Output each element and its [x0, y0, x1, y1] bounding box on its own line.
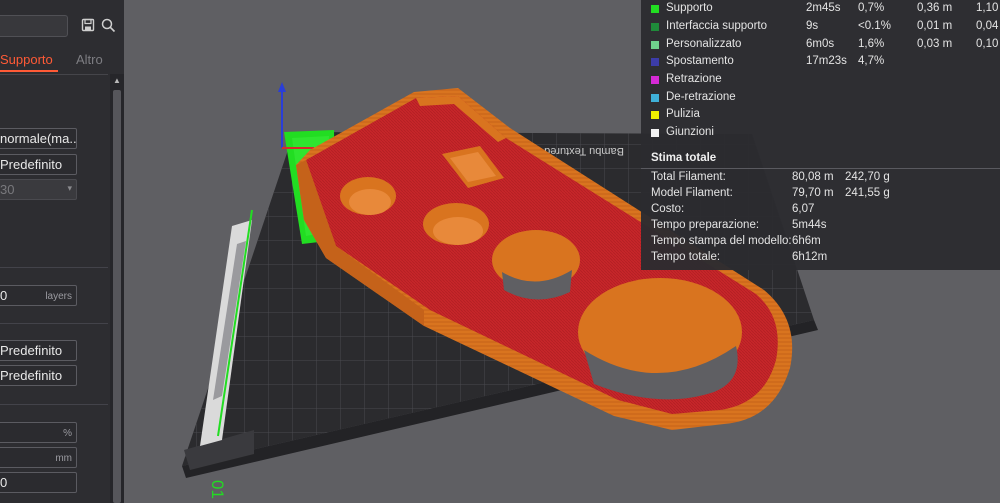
legend-percent: 4,7% — [858, 55, 885, 67]
pattern-select-1[interactable]: Predefinito — [0, 340, 77, 361]
stat-value: 80,08 m — [792, 171, 834, 183]
legend-row-interfaccia-supporto: Interfaccia supporto 9s <0.1% 0,01 m 0,0… — [641, 19, 1000, 36]
tab-altro[interactable]: Altro — [76, 52, 103, 67]
tab-supporto[interactable]: Supporto — [0, 52, 53, 67]
support-type-value: normale(ma... — [0, 131, 77, 146]
legend-name: Pulizia — [666, 108, 700, 120]
stat-value: 6h6m — [792, 235, 821, 247]
legend-name: Retrazione — [666, 73, 722, 85]
section-divider — [0, 404, 108, 405]
plate-number: 01 — [208, 480, 227, 499]
settings-scrollbar[interactable]: ▲ — [110, 74, 124, 503]
legend-time: 2m45s — [806, 2, 841, 14]
bottom-input[interactable]: 0 — [0, 472, 77, 493]
pattern-select-2[interactable]: Predefinito — [0, 365, 77, 386]
color-swatch — [651, 76, 659, 84]
legend-percent: 0,7% — [858, 2, 885, 14]
legend-percent: 1,6% — [858, 38, 885, 50]
legend-row-de-retrazione: De-retrazione — [641, 90, 1000, 107]
stat-value: 6,07 — [792, 203, 815, 215]
legend-name: Supporto — [666, 2, 713, 14]
percent-input[interactable]: % — [0, 422, 77, 443]
search-icon[interactable] — [101, 18, 117, 34]
color-swatch — [651, 5, 659, 13]
color-swatch — [651, 41, 659, 49]
stat-label: Total Filament: — [651, 171, 726, 183]
legend-name: Spostamento — [666, 55, 734, 67]
support-style-value: Predefinito — [0, 157, 63, 172]
legend-length: 0,03 m — [917, 38, 953, 50]
pattern-value-1: Predefinito — [0, 343, 63, 358]
legend-weight: 1,10 — [976, 2, 999, 14]
gcode-stats-panel: Supporto 2m45s 0,7% 0,36 m 1,10 Interfac… — [641, 0, 1000, 270]
active-tab-indicator — [0, 70, 58, 72]
legend-time: 9s — [806, 20, 819, 32]
stat-label: Tempo totale: — [651, 251, 721, 263]
settings-tabs: Supporto Altro — [0, 50, 124, 74]
stat-label: Model Filament: — [651, 187, 733, 199]
stat-value-secondary: 241,55 g — [845, 187, 890, 199]
stat-value: 79,70 m — [792, 187, 834, 199]
legend-name: Personalizzato — [666, 38, 742, 50]
stat-row-tempo-stampa-modello: Tempo stampa del modello: 6h6m — [641, 234, 1000, 250]
color-swatch — [651, 23, 659, 31]
legend-weight: 0,10 — [976, 38, 999, 50]
legend-time: 17m23s — [806, 55, 847, 67]
legend-row-retrazione: Retrazione — [641, 72, 1000, 89]
stat-label: Tempo stampa del modello: — [651, 235, 792, 247]
scroll-thumb[interactable] — [113, 90, 121, 503]
support-type-select[interactable]: normale(ma... — [0, 128, 77, 149]
legend-name: Interfaccia supporto — [666, 20, 768, 32]
layers-input[interactable]: 0 layers — [0, 285, 77, 306]
scroll-up-icon[interactable]: ▲ — [110, 74, 124, 88]
section-divider — [0, 267, 108, 268]
stat-label: Costo: — [651, 203, 685, 215]
color-swatch — [651, 111, 659, 119]
stat-value-secondary: 242,70 g — [845, 171, 890, 183]
legend-row-supporto: Supporto 2m45s 0,7% 0,36 m 1,10 — [641, 1, 1000, 18]
legend-length: 0,01 m — [917, 20, 953, 32]
stat-row-tempo-totale: Tempo totale: 6h12m — [641, 250, 1000, 266]
percent-unit: % — [63, 428, 72, 439]
stat-row-tempo-preparazione: Tempo preparazione: 5m44s — [641, 218, 1000, 234]
stat-row-total-filament: Total Filament: 80,08 m 242,70 g — [641, 170, 1000, 186]
stat-value: 5m44s — [792, 219, 827, 231]
stat-value: 6h12m — [792, 251, 828, 263]
legend-percent: <0.1% — [858, 20, 891, 32]
color-swatch — [651, 94, 659, 102]
summary-title: Stima totale — [651, 152, 717, 164]
legend-time: 6m0s — [806, 38, 835, 50]
legend-row-personalizzato: Personalizzato 6m0s 1,6% 0,03 m 0,10 — [641, 37, 1000, 54]
settings-panel: Supporto Altro normale(ma... Predefinito… — [0, 0, 124, 503]
stat-label: Tempo preparazione: — [651, 219, 760, 231]
layers-unit: layers — [45, 291, 72, 302]
search-input[interactable] — [0, 15, 68, 37]
settings-toolbar — [0, 0, 124, 44]
mm-unit: mm — [55, 453, 72, 464]
threshold-angle-input[interactable]: 30 ▾ — [0, 179, 77, 200]
chevron-down-icon: ▾ — [67, 183, 72, 193]
legend-row-giunzioni: Giunzioni — [641, 125, 1000, 142]
color-swatch — [651, 129, 659, 137]
threshold-angle-value: 30 — [0, 182, 15, 197]
legend-name: Giunzioni — [666, 126, 714, 138]
support-style-select[interactable]: Predefinito — [0, 154, 77, 175]
pattern-value-2: Predefinito — [0, 368, 63, 383]
stat-row-costo: Costo: 6,07 — [641, 202, 1000, 218]
color-swatch — [651, 58, 659, 66]
summary-header: Stima totale — [641, 150, 1000, 169]
legend-row-spostamento: Spostamento 17m23s 4,7% — [641, 54, 1000, 71]
legend-weight: 0,04 — [976, 20, 999, 32]
bottom-value: 0 — [0, 475, 8, 490]
legend-name: De-retrazione — [666, 91, 736, 103]
legend-row-pulizia: Pulizia — [641, 107, 1000, 124]
save-icon[interactable] — [81, 18, 97, 34]
stat-row-model-filament: Model Filament: 79,70 m 241,55 g — [641, 186, 1000, 202]
tab-divider — [0, 74, 108, 75]
mm-input[interactable]: mm — [0, 447, 77, 468]
section-divider — [0, 323, 108, 324]
layers-value: 0 — [0, 288, 8, 303]
legend-length: 0,36 m — [917, 2, 953, 14]
